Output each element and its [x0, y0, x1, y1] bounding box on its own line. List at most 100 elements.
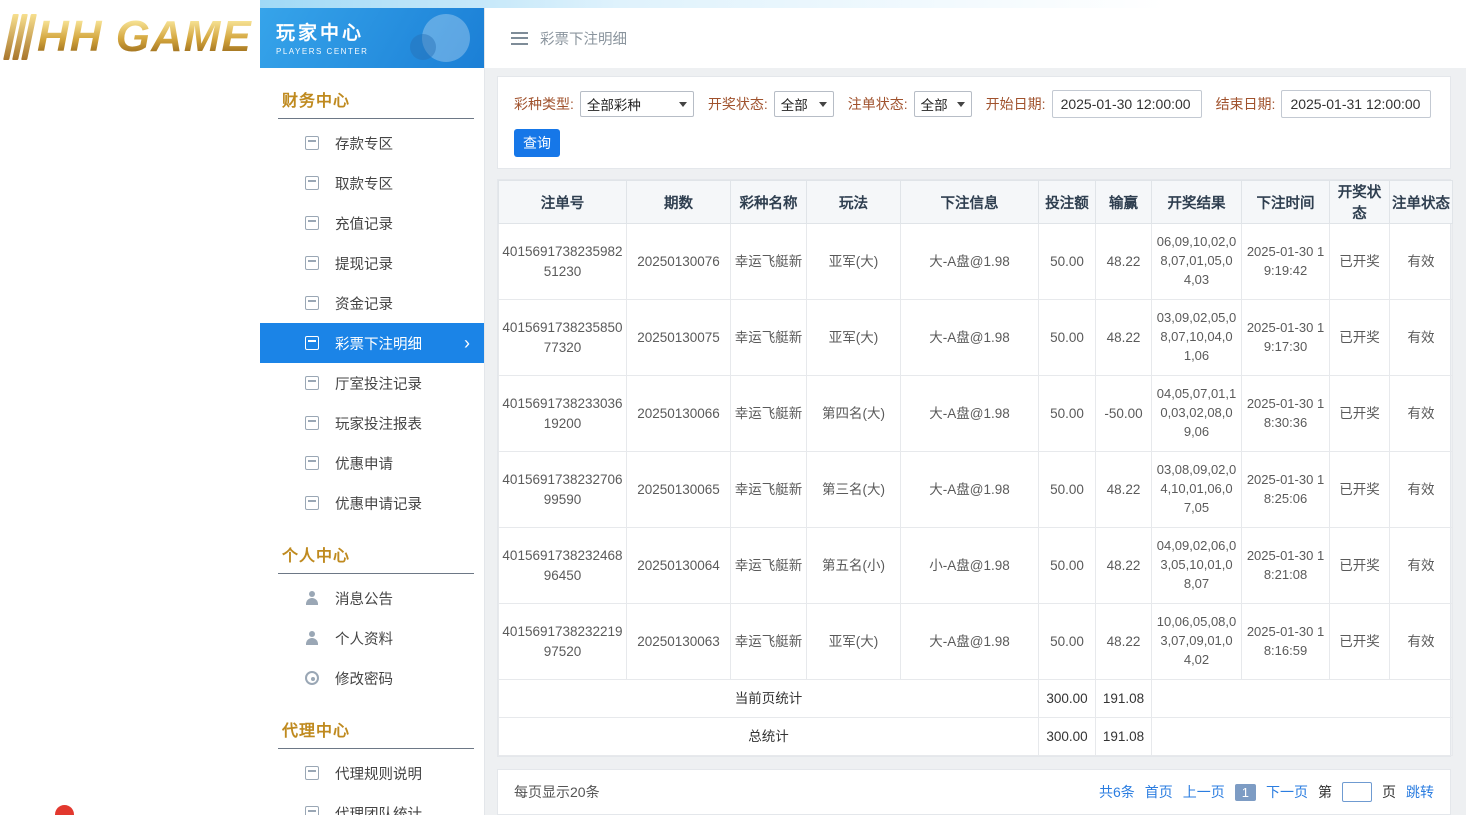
sidebar-item-label: 彩票下注明细 [335, 333, 422, 354]
table-header-row: 注单号期数彩种名称玩法下注信息投注额输赢开奖结果下注时间开奖状态注单状态 [499, 181, 1453, 224]
promo-apply-records-icon [305, 496, 319, 510]
agent-rules-icon [305, 766, 319, 780]
col-header-period: 期数 [627, 181, 731, 224]
content-area: 彩种类型: 全部彩种 开奖状态: 全部 注单状态: 全部 [485, 68, 1466, 815]
cell-bet_time: 2025-01-30 19:19:42 [1242, 224, 1330, 300]
sidebar-item-label: 取款专区 [335, 173, 393, 194]
sidebar-item-withdraw-zone[interactable]: 取款专区 [260, 163, 484, 203]
menu-toggle-icon[interactable] [511, 32, 528, 45]
sidebar-item-cashout-records[interactable]: 提现记录 [260, 243, 484, 283]
caret-down-icon [679, 102, 687, 107]
cell-win_loss: 48.22 [1096, 528, 1152, 604]
sidebar-item-agent-rules[interactable]: 代理规则说明 [260, 753, 484, 793]
withdraw-zone-icon [305, 176, 319, 190]
sidebar-item-lottery-bet-details[interactable]: 彩票下注明细 › [260, 323, 484, 363]
sidebar-header: 玩家中心 PLAYERS CENTER [260, 8, 484, 68]
sidebar-item-label: 充值记录 [335, 213, 393, 234]
sidebar-item-profile[interactable]: 个人资料 [260, 618, 484, 658]
sidebar-item-promo-apply-records[interactable]: 优惠申请记录 [260, 483, 484, 523]
cell-bet_info: 小-A盘@1.98 [901, 528, 1039, 604]
logo-text: HH GAME [37, 12, 252, 62]
col-header-bet_status: 注单状态 [1390, 181, 1453, 224]
players-center-title: 玩家中心 [276, 18, 484, 45]
caret-down-icon [957, 102, 965, 107]
summary-winloss-total: 191.08 [1096, 718, 1152, 756]
sidebar-item-funds-records[interactable]: 资金记录 [260, 283, 484, 323]
cell-bet_time: 2025-01-30 18:16:59 [1242, 604, 1330, 680]
messages-icon [305, 591, 319, 605]
filter-panel: 彩种类型: 全部彩种 开奖状态: 全部 注单状态: 全部 [497, 76, 1451, 169]
sidebar-item-label: 厅室投注记录 [335, 373, 422, 394]
jump-button[interactable]: 跳转 [1406, 782, 1434, 802]
top-gradient-strip [260, 0, 1466, 8]
first-page-link[interactable]: 首页 [1145, 782, 1173, 802]
summary-label: 当前页统计 [499, 680, 1039, 718]
cell-lottery_name: 幸运飞艇新 [731, 452, 807, 528]
cell-bet_status: 有效 [1390, 300, 1453, 376]
agent-team-stats-icon [305, 806, 319, 815]
cell-draw_status: 已开奖 [1330, 300, 1390, 376]
sidebar-item-label: 优惠申请记录 [335, 493, 422, 514]
pager: 共6条 首页 上一页 1 下一页 第 页 跳转 [1099, 782, 1434, 802]
end-date-input[interactable] [1281, 90, 1431, 118]
cell-draw_result: 03,08,09,02,04,10,01,06,07,05 [1152, 452, 1242, 528]
sidebar-item-promo-apply[interactable]: 优惠申请 [260, 443, 484, 483]
summary-rest [1152, 718, 1453, 756]
cell-lottery_name: 幸运飞艇新 [731, 528, 807, 604]
sidebar-item-change-password[interactable]: 修改密码 [260, 658, 484, 698]
sidebar-item-recharge-records[interactable]: 充值记录 [260, 203, 484, 243]
sidebar-item-player-bet-report[interactable]: 玩家投注报表 [260, 403, 484, 443]
section-title-personal: 个人中心 [278, 535, 474, 574]
jump-page-input[interactable] [1342, 782, 1372, 802]
draw-status-value: 全部 [781, 94, 808, 114]
col-header-lottery_name: 彩种名称 [731, 181, 807, 224]
cell-period: 20250130075 [627, 300, 731, 376]
draw-status-select[interactable]: 全部 [774, 91, 834, 117]
cell-draw_status: 已开奖 [1330, 224, 1390, 300]
topbar: 彩票下注明细 [485, 8, 1466, 68]
cell-lottery_name: 幸运飞艇新 [731, 300, 807, 376]
bet-status-select[interactable]: 全部 [914, 91, 972, 117]
sidebar-item-label: 代理规则说明 [335, 763, 422, 784]
current-page[interactable]: 1 [1235, 784, 1256, 801]
jump-suffix-label: 页 [1382, 782, 1396, 802]
bets-table: 注单号期数彩种名称玩法下注信息投注额输赢开奖结果下注时间开奖状态注单状态 401… [498, 180, 1453, 756]
cell-bet_no: 401569173823598251230 [499, 224, 627, 300]
app-window: 玩家中心 PLAYERS CENTER 财务中心存款专区取款专区充值记录提现记录… [260, 0, 1466, 815]
sidebar-item-hall-bet-records[interactable]: 厅室投注记录 [260, 363, 484, 403]
cell-draw_status: 已开奖 [1330, 528, 1390, 604]
sidebar-item-messages[interactable]: 消息公告 [260, 578, 484, 618]
cell-bet_status: 有效 [1390, 528, 1453, 604]
sidebar-item-deposit-zone[interactable]: 存款专区 [260, 123, 484, 163]
table-row: 40156917382359825123020250130076幸运飞艇新亚军(… [499, 224, 1453, 300]
col-header-bet_info: 下注信息 [901, 181, 1039, 224]
chevron-right-icon: › [464, 334, 470, 352]
col-header-win_loss: 输赢 [1096, 181, 1152, 224]
sidebar-item-agent-team-stats[interactable]: 代理团队统计 [260, 793, 484, 815]
hall-bet-records-icon [305, 376, 319, 390]
cell-bet_amount: 50.00 [1039, 452, 1096, 528]
search-button[interactable]: 查询 [514, 129, 560, 157]
lottery-type-value: 全部彩种 [587, 94, 641, 114]
bet-status-value: 全部 [921, 94, 948, 114]
sidebar-item-label: 提现记录 [335, 253, 393, 274]
logo-bars-icon [8, 14, 32, 60]
lottery-type-select[interactable]: 全部彩种 [580, 91, 694, 117]
next-page-link[interactable]: 下一页 [1266, 782, 1308, 802]
sidebar-item-label: 个人资料 [335, 628, 393, 649]
summary-bet-total: 300.00 [1039, 680, 1096, 718]
start-date-input[interactable] [1052, 90, 1202, 118]
cell-period: 20250130064 [627, 528, 731, 604]
cell-bet_info: 大-A盘@1.98 [901, 224, 1039, 300]
cell-play: 亚军(大) [807, 300, 901, 376]
cell-play: 第三名(大) [807, 452, 901, 528]
sidebar-item-label: 资金记录 [335, 293, 393, 314]
draw-status-label: 开奖状态: [708, 94, 768, 114]
sidebar-item-label: 优惠申请 [335, 453, 393, 474]
cell-play: 第五名(小) [807, 528, 901, 604]
cell-draw_result: 04,09,02,06,03,05,10,01,08,07 [1152, 528, 1242, 604]
funds-records-icon [305, 296, 319, 310]
prev-page-link[interactable]: 上一页 [1183, 782, 1225, 802]
cell-bet_no: 401569173823221997520 [499, 604, 627, 680]
main-area: 彩票下注明细 彩种类型: 全部彩种 开奖状态: 全部 [485, 8, 1466, 815]
